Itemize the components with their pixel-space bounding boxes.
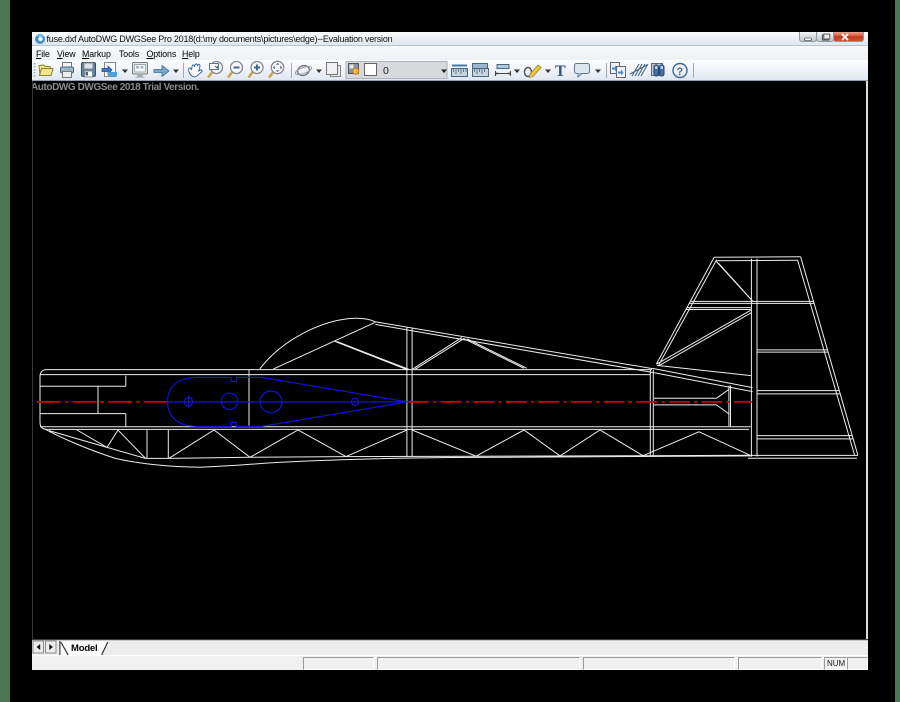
svg-text:Model: Model	[71, 643, 97, 654]
svg-text:?: ?	[677, 66, 684, 78]
svg-text:0: 0	[383, 65, 389, 77]
svg-text:T: T	[555, 63, 566, 80]
